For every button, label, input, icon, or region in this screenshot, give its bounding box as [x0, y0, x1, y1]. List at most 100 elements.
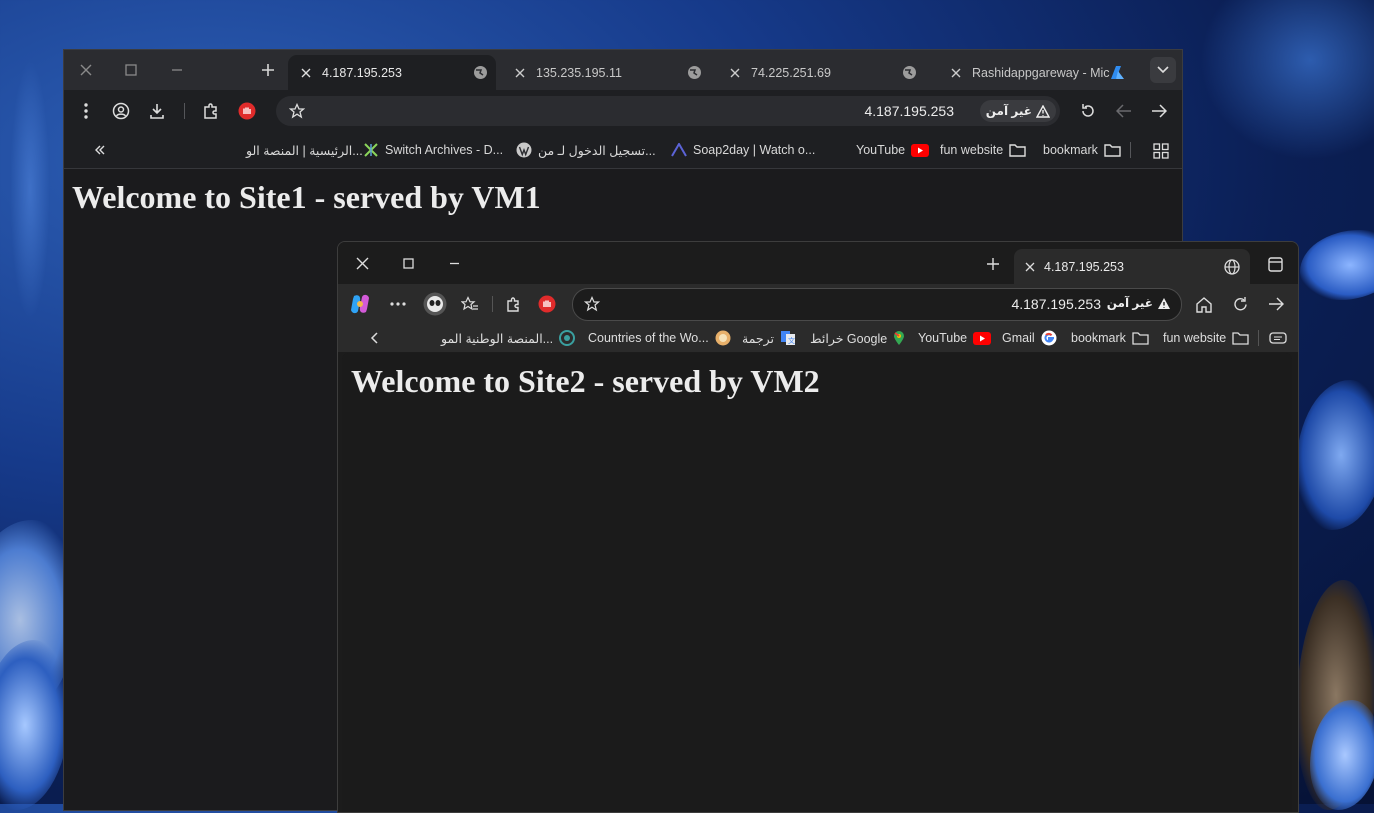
apps-grid-icon[interactable] — [1152, 142, 1170, 160]
profile-avatar[interactable] — [422, 291, 448, 317]
tab-title: 135.235.195.11 — [536, 65, 622, 80]
tab-title: 74.225.251.69 — [751, 65, 831, 80]
url-text[interactable]: 4.187.195.253 — [1011, 296, 1101, 312]
tab-title: 4.187.195.253 — [322, 65, 402, 80]
folder-icon — [1232, 331, 1249, 345]
maximize-window-icon[interactable] — [398, 253, 418, 273]
close-window-icon[interactable] — [75, 59, 97, 81]
bookmark-item-translate[interactable]: ترجمة 文 — [742, 324, 796, 352]
bookmark-item-wordpress[interactable]: تسجيل الدخول لـ من... — [516, 132, 656, 168]
extensions-icon[interactable] — [201, 101, 221, 121]
bookmark-item-bookmark[interactable]: bookmark — [1043, 132, 1121, 168]
youtube-icon — [911, 143, 930, 157]
toolbar-divider — [184, 103, 185, 119]
tab-title: 4.187.195.253 — [1044, 259, 1124, 274]
tab-actions-icon[interactable] — [1266, 255, 1284, 273]
maximize-window-icon[interactable] — [120, 59, 142, 81]
tab-title: Rashidappgareway - Microsoft Azure — [972, 65, 1110, 80]
folder-icon — [1132, 331, 1149, 345]
globe-icon — [715, 330, 731, 346]
back-arrow-icon[interactable] — [1114, 101, 1134, 121]
bookmark-label: bookmark — [1043, 143, 1098, 157]
refresh-icon[interactable] — [1230, 294, 1250, 314]
close-tab-icon[interactable] — [1022, 262, 1038, 272]
close-tab-icon[interactable] — [948, 65, 964, 81]
bookmark-label: Soap2day | Watch o... — [693, 143, 816, 157]
toolbar: 4.187.195.253 غير آمن — [64, 90, 1182, 132]
minimize-window-icon[interactable] — [444, 253, 464, 273]
new-tab-icon[interactable] — [984, 255, 1002, 273]
tab-1[interactable]: 4.187.195.253 — [288, 55, 496, 90]
close-tab-icon[interactable] — [727, 65, 743, 81]
bookmark-item-youtube[interactable]: YouTube — [918, 324, 992, 352]
home-icon[interactable] — [1194, 294, 1214, 314]
more-bookmarks-chevron-icon[interactable] — [92, 142, 108, 158]
bookmark-label: الرئيسية | المنصة الو... — [246, 143, 363, 158]
bookmark-item-platform[interactable]: الرئيسية | المنصة الو... — [246, 132, 363, 168]
bookmarks-bar: الرئيسية | المنصة الو... Switch Archives… — [64, 132, 1182, 169]
platform-icon — [559, 330, 576, 346]
bookmark-item-gmail[interactable]: Gmail — [1002, 324, 1057, 352]
bookmark-item-national-platform[interactable]: المنصة الوطنية المو... — [441, 324, 576, 352]
bookmark-star-icon[interactable] — [288, 102, 306, 120]
bookmark-label: تسجيل الدخول لـ من... — [538, 143, 656, 158]
forward-arrow-icon[interactable] — [1266, 294, 1286, 314]
page-heading: Welcome to Site2 - served by VM2 — [351, 363, 820, 399]
tab-2[interactable]: 135.235.195.11 — [502, 55, 710, 90]
scroll-left-chevron-icon[interactable] — [366, 330, 382, 346]
toolbar: 4.187.195.253 غير آمن — [338, 284, 1298, 324]
close-tab-icon[interactable] — [512, 65, 528, 81]
soap2day-icon — [671, 143, 687, 157]
tab-4[interactable]: Rashidappgareway - Microsoft Azure — [938, 55, 1134, 90]
forward-arrow-icon[interactable] — [1149, 101, 1169, 121]
tab-1[interactable]: 4.187.195.253 — [1014, 249, 1250, 284]
bookmark-label: YouTube — [856, 143, 906, 157]
close-tab-icon[interactable] — [298, 65, 314, 81]
copilot-icon[interactable] — [348, 292, 372, 316]
page-heading: Welcome to Site1 - served by VM1 — [72, 179, 541, 215]
address-bar[interactable]: 4.187.195.253 غير آمن — [276, 96, 1060, 126]
address-bar[interactable]: 4.187.195.253 غير آمن — [572, 288, 1182, 321]
bookmark-label: خرائط Google — [810, 331, 888, 346]
globe-icon — [1224, 258, 1240, 275]
more-options-icon[interactable] — [388, 294, 408, 314]
add-favorite-star-icon[interactable] — [583, 295, 601, 313]
url-text[interactable]: 4.187.195.253 — [864, 103, 954, 119]
tab-search-chevron-down-icon[interactable] — [1150, 57, 1176, 83]
bookmark-label: ترجمة — [742, 331, 775, 346]
security-indicator[interactable]: غير آمن — [979, 100, 1056, 122]
bookmarks-bar: المنصة الوطنية المو... Countries of the … — [338, 324, 1298, 352]
tab-3[interactable]: 74.225.251.69 — [717, 55, 925, 90]
new-tab-icon[interactable] — [257, 59, 279, 81]
bookmark-item-bookmark[interactable]: bookmark — [1071, 324, 1149, 352]
bookmark-label: Switch Archives - D... — [385, 143, 504, 157]
bookmark-item-countries[interactable]: Countries of the Wo... — [588, 324, 731, 352]
extensions-icon[interactable] — [503, 294, 523, 314]
tab-strip: 4.187.195.253 135.235.195.11 74.225.251.… — [64, 50, 1182, 90]
bookmark-item-youtube[interactable]: YouTube — [856, 132, 930, 168]
profile-icon[interactable] — [111, 101, 131, 121]
adblock-icon[interactable] — [537, 294, 557, 314]
minimize-window-icon[interactable] — [166, 59, 188, 81]
bookmark-item-google-maps[interactable]: خرائط Google — [810, 324, 905, 352]
other-favorites-icon[interactable] — [1268, 330, 1288, 346]
globe-icon — [472, 65, 488, 81]
browser-window-2: 4.187.195.253 4.187.195.253 غير آمن المن… — [337, 241, 1299, 813]
bookmark-label: YouTube — [918, 331, 968, 345]
adblock-icon[interactable] — [237, 101, 257, 121]
globe-icon — [901, 65, 917, 81]
bookmark-item-fun-website[interactable]: fun website — [940, 132, 1026, 168]
bookmark-item-soap2day[interactable]: Soap2day | Watch o... — [671, 132, 815, 168]
close-window-icon[interactable] — [352, 253, 372, 273]
bookmark-item-future[interactable]: Switch Archives - D... — [363, 132, 503, 168]
warning-icon — [1157, 297, 1171, 310]
favorites-icon[interactable] — [460, 294, 480, 314]
security-label: غير آمن — [1106, 296, 1153, 310]
bookmark-item-fun-website[interactable]: fun website — [1163, 324, 1249, 352]
translate-icon: 文 — [780, 330, 796, 346]
security-indicator[interactable]: غير آمن — [1107, 296, 1171, 310]
menu-kebab-icon[interactable] — [76, 101, 96, 121]
google-icon — [1041, 330, 1057, 346]
reload-icon[interactable] — [1078, 101, 1098, 121]
downloads-icon[interactable] — [147, 101, 167, 121]
